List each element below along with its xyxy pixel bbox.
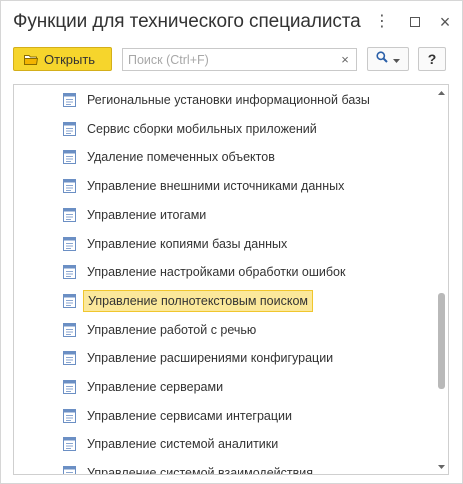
list-item[interactable]: Управление полнотекстовым поиском [14, 287, 435, 315]
list-item-label: Управление копиями базы данных [87, 236, 288, 251]
help-button[interactable]: ? [418, 47, 446, 71]
search-button[interactable] [367, 47, 409, 71]
list-item[interactable]: Управление серверами [14, 373, 435, 401]
list-item-label: Сервис сборки мобильных приложений [87, 121, 317, 136]
document-icon [63, 236, 76, 251]
list-item[interactable]: Управление сервисами интеграции [14, 402, 435, 430]
list-item[interactable]: Региональные установки информационной ба… [14, 86, 435, 114]
list-item[interactable]: Управление расширениями конфигурации [14, 344, 435, 372]
title-bar: Функции для технического специалиста ⋮ × [1, 1, 462, 43]
list-item-label: Управление системой аналитики [87, 437, 279, 452]
scroll-up-icon[interactable] [437, 88, 446, 97]
magnifier-icon [376, 50, 388, 68]
list-item-label: Удаление помеченных объектов [87, 150, 275, 165]
document-icon [63, 265, 76, 280]
clear-search-icon[interactable]: × [334, 49, 356, 70]
window-title: Функции для технического специалиста [13, 11, 361, 32]
functions-list-frame: Региональные установки информационной ба… [13, 84, 449, 475]
functions-list[interactable]: Региональные установки информационной ба… [14, 85, 435, 474]
document-icon [63, 121, 76, 136]
list-item[interactable]: Управление итогами [14, 201, 435, 229]
folder-icon [24, 54, 38, 65]
dropdown-arrow-icon [393, 50, 400, 68]
document-icon [63, 179, 76, 194]
list-item-label: Управление внешними источниками данных [87, 179, 345, 194]
search-box: × [122, 48, 357, 71]
list-item[interactable]: Управление настройками обработки ошибок [14, 258, 435, 286]
open-button-label: Открыть [44, 51, 96, 67]
scroll-down-icon[interactable] [437, 462, 446, 471]
list-item[interactable]: Управление работой с речью [14, 316, 435, 344]
list-item-label: Региональные установки информационной ба… [87, 93, 370, 107]
list-item[interactable]: Удаление помеченных объектов [14, 143, 435, 171]
list-item-label: Управление работой с речью [87, 322, 257, 337]
document-icon [63, 437, 76, 452]
list-item-label: Управление настройками обработки ошибок [87, 265, 346, 280]
document-icon [63, 150, 76, 165]
document-icon [63, 293, 76, 308]
open-button[interactable]: Открыть [13, 47, 112, 71]
list-item[interactable]: Сервис сборки мобильных приложений [14, 115, 435, 143]
document-icon [63, 408, 76, 423]
window: Функции для технического специалиста ⋮ ×… [0, 0, 463, 484]
list-item-label: Управление серверами [87, 380, 224, 394]
vertical-scrollbar[interactable] [435, 85, 448, 474]
list-item-label: Управление сервисами интеграции [87, 408, 292, 423]
document-icon [63, 322, 76, 337]
list-item[interactable]: Управление системой взаимодействия [14, 459, 435, 474]
document-icon [63, 466, 76, 474]
list-item[interactable]: Управление копиями базы данных [14, 230, 435, 258]
list-item-label: Управление расширениями конфигурации [87, 351, 334, 366]
document-icon [63, 93, 76, 107]
search-input[interactable] [123, 49, 335, 70]
toolbar: Открыть × ? [1, 47, 462, 73]
maximize-icon[interactable] [406, 13, 424, 31]
document-icon [63, 380, 76, 394]
document-icon [63, 207, 76, 222]
close-icon[interactable]: × [436, 13, 454, 31]
list-item[interactable]: Управление системой аналитики [14, 430, 435, 458]
list-item-label: Управление полнотекстовым поиском [83, 289, 314, 312]
list-item-label: Управление итогами [87, 207, 207, 222]
list-item-label: Управление системой взаимодействия [87, 466, 314, 474]
document-icon [63, 351, 76, 366]
list-item[interactable]: Управление внешними источниками данных [14, 172, 435, 200]
scroll-thumb[interactable] [438, 293, 445, 390]
more-options-icon[interactable]: ⋮ [373, 13, 391, 31]
